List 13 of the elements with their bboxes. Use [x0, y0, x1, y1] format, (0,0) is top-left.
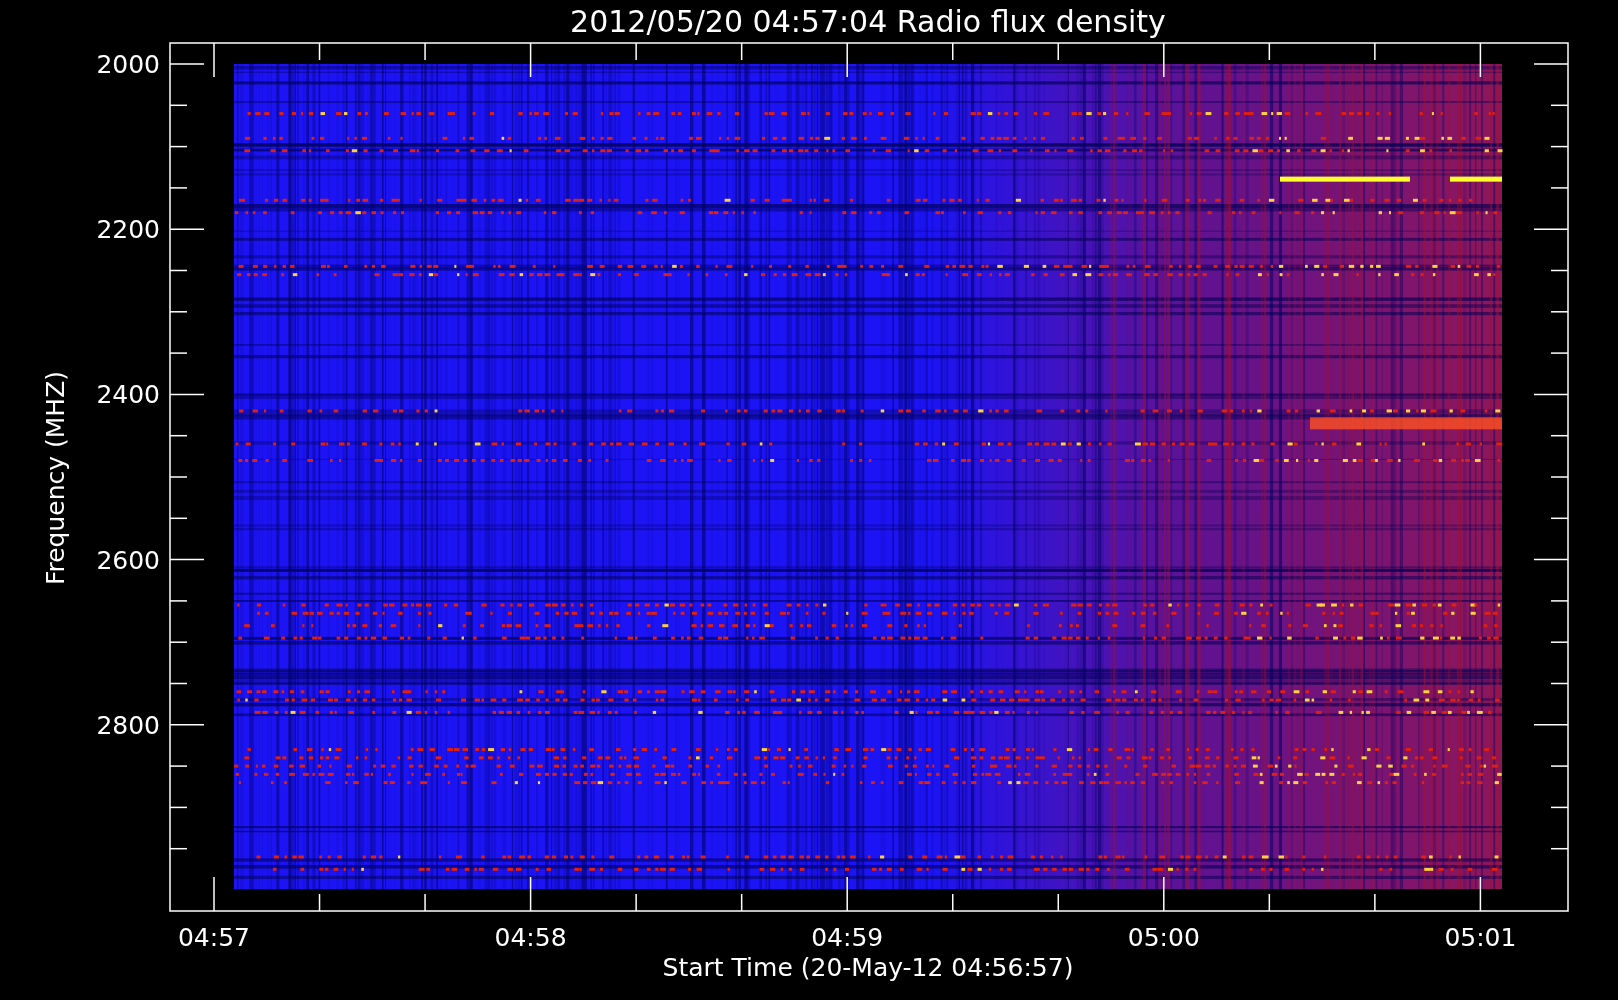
tick-label: 05:01: [1444, 923, 1517, 952]
tick-label: 2200: [96, 215, 160, 245]
tick-label: 2000: [96, 50, 160, 79]
tick-label: 05:00: [1127, 923, 1200, 952]
tick-label: 04:59: [811, 923, 884, 952]
tick-label: 2400: [96, 380, 160, 410]
tick-label: 2600: [96, 545, 160, 575]
tick-label: 2800: [96, 710, 160, 740]
axis-label: Start Time (20-May-12 04:56:57): [662, 953, 1074, 982]
tick-label: 04:58: [494, 923, 567, 952]
axis-label: Frequency (MHZ): [41, 370, 70, 586]
chart-title: 2012/05/20 04:57:04 Radio flux density: [570, 4, 1166, 39]
tick-label: 04:57: [178, 923, 250, 952]
